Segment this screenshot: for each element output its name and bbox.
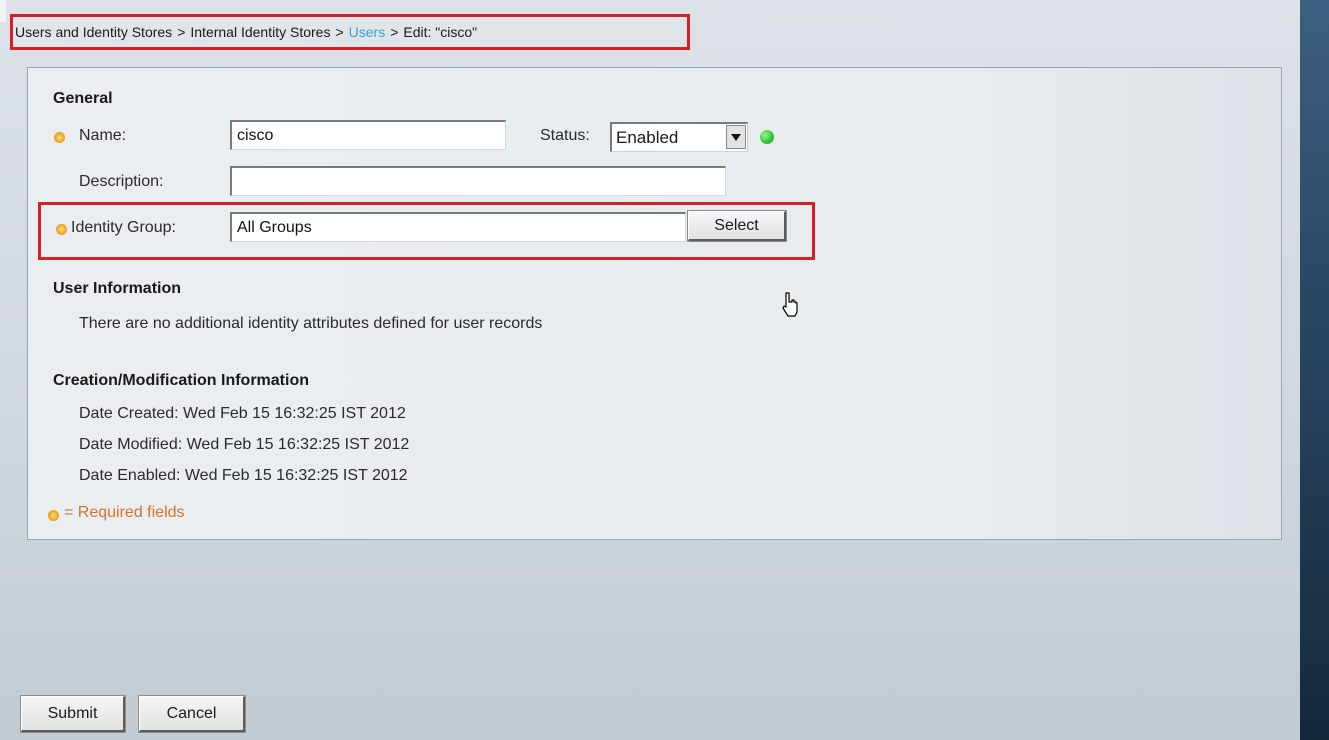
name-label: Name: — [79, 127, 127, 144]
date-created-text: Date Created: Wed Feb 15 16:32:25 IST 20… — [79, 405, 406, 422]
status-selected-value: Enabled — [616, 127, 679, 147]
identity-group-input[interactable] — [230, 212, 686, 242]
breadcrumb-item-internal-identity-stores[interactable]: Internal Identity Stores — [190, 24, 330, 40]
user-information-text: There are no additional identity attribu… — [79, 315, 543, 332]
cancel-button[interactable]: Cancel — [138, 695, 246, 733]
breadcrumb-separator: > — [390, 24, 399, 40]
breadcrumb-separator: > — [335, 24, 344, 40]
select-button[interactable]: Select — [687, 210, 787, 242]
required-icon — [56, 224, 67, 235]
breadcrumb: Users and Identity Stores > Internal Ide… — [10, 14, 690, 50]
status-select[interactable]: Enabled — [610, 122, 748, 152]
required-fields-note: = Required fields — [64, 504, 185, 521]
identity-group-row: Identity Group: Select — [38, 202, 815, 260]
date-modified-text: Date Modified: Wed Feb 15 16:32:25 IST 2… — [79, 436, 410, 453]
right-edge-strip — [1300, 0, 1329, 740]
user-information-title: User Information — [53, 280, 182, 297]
breadcrumb-item-edit: Edit: "cisco" — [403, 24, 478, 40]
pointer-cursor-icon — [782, 292, 798, 317]
required-icon — [48, 510, 59, 521]
name-input[interactable] — [230, 120, 506, 150]
user-edit-panel: General Name: Status: Enabled Descriptio… — [27, 67, 1282, 540]
chevron-down-icon[interactable] — [726, 125, 746, 149]
breadcrumb-link-users[interactable]: Users — [349, 24, 386, 40]
general-section-title: General — [53, 90, 113, 107]
required-icon — [54, 132, 65, 143]
description-input[interactable] — [230, 166, 726, 196]
breadcrumb-separator: > — [177, 24, 186, 40]
date-enabled-text: Date Enabled: Wed Feb 15 16:32:25 IST 20… — [79, 467, 408, 484]
top-edge — [0, 0, 6, 22]
status-indicator-icon — [760, 130, 774, 144]
creation-modification-title: Creation/Modification Information — [53, 372, 309, 389]
identity-group-label: Identity Group: — [71, 219, 176, 236]
description-label: Description: — [79, 173, 164, 190]
submit-button[interactable]: Submit — [20, 695, 126, 733]
status-label: Status: — [540, 127, 590, 144]
breadcrumb-item-users-and-identity-stores[interactable]: Users and Identity Stores — [15, 24, 172, 40]
